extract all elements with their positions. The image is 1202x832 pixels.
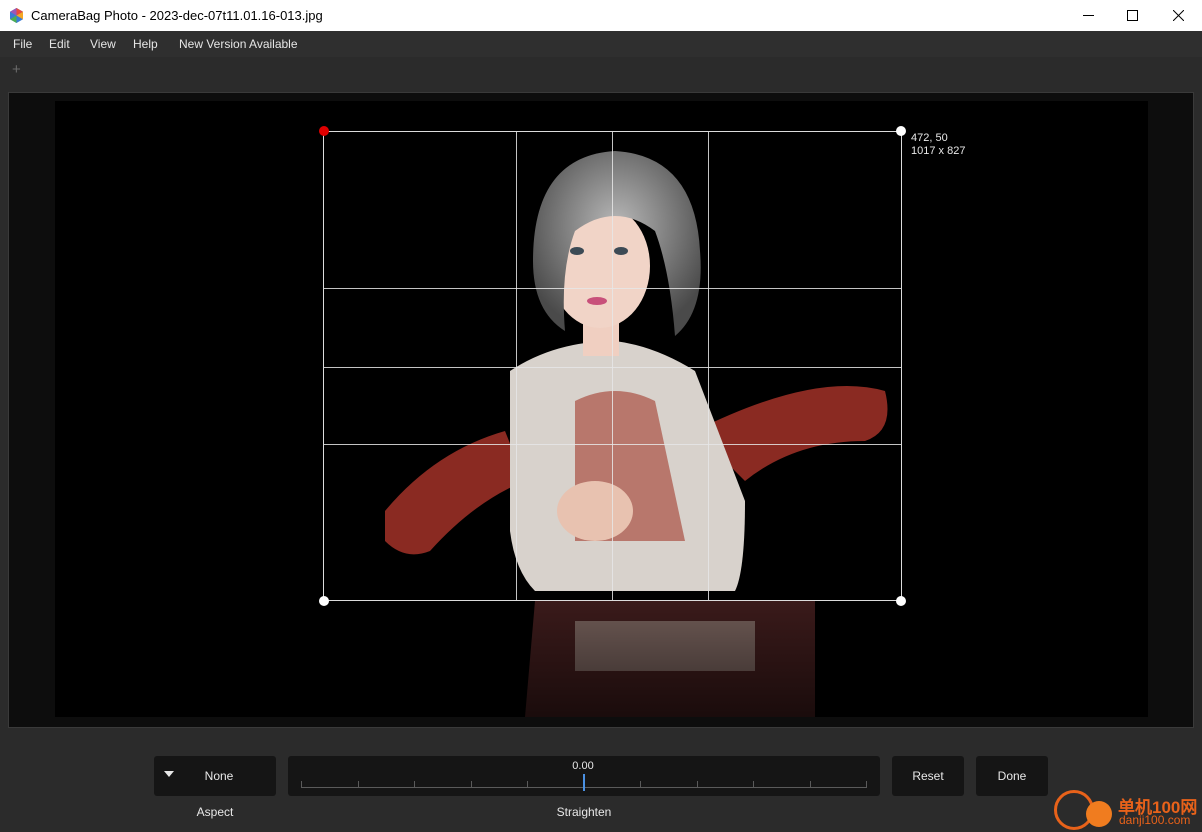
ruler-tick — [301, 781, 302, 787]
camerabag-logo-icon — [10, 8, 23, 23]
window-title: CameraBag Photo - 2023-dec-07t11.01.16-0… — [31, 8, 323, 23]
aspect-value: None — [204, 769, 234, 783]
tab-strip: + — [0, 57, 1202, 91]
straighten-value: 0.00 — [572, 760, 594, 772]
minimize-icon — [1082, 15, 1094, 16]
crop-handle-top-right[interactable] — [896, 126, 906, 136]
menu-edit[interactable]: Edit — [49, 37, 70, 51]
dropdown-arrow-icon — [164, 771, 174, 777]
ruler-tick — [753, 781, 754, 787]
crop-info: 472, 50 1017 x 827 — [911, 132, 965, 158]
minimize-button[interactable] — [1065, 0, 1111, 31]
reset-button[interactable]: Reset — [892, 756, 964, 796]
ruler-tick — [697, 781, 698, 787]
ruler-tick — [358, 781, 359, 787]
watermark-url: danji100.com — [1119, 813, 1191, 827]
ruler-tick — [640, 781, 641, 787]
ruler-tick — [866, 781, 867, 787]
straighten-handle[interactable] — [583, 774, 585, 791]
done-button[interactable]: Done — [976, 756, 1048, 796]
menu-view[interactable]: View — [90, 37, 116, 51]
menu-help[interactable]: Help — [133, 37, 158, 51]
close-icon — [1172, 10, 1184, 21]
watermark-play-icon — [1086, 801, 1112, 827]
crop-handle-bottom-right[interactable] — [896, 596, 906, 606]
menu-file[interactable]: File — [13, 37, 32, 51]
maximize-icon — [1126, 10, 1138, 21]
straighten-slider[interactable]: 0.00 — [288, 756, 880, 796]
crop-grid-line — [324, 288, 901, 289]
crop-grid-line — [516, 132, 517, 600]
aspect-label: Aspect — [196, 805, 234, 819]
ruler-tick — [527, 781, 528, 787]
menu-new-version[interactable]: New Version Available — [179, 37, 298, 51]
ruler-tick — [810, 781, 811, 787]
crop-rectangle[interactable] — [323, 131, 902, 601]
title-bar: CameraBag Photo - 2023-dec-07t11.01.16-0… — [0, 0, 1202, 31]
crop-position-readout: 472, 50 — [911, 132, 948, 144]
crop-size-readout: 1017 x 827 — [911, 145, 966, 157]
crop-grid-line — [612, 132, 613, 600]
close-button[interactable] — [1155, 0, 1201, 31]
crop-grid-line — [324, 367, 901, 368]
straighten-label: Straighten — [556, 805, 612, 819]
crop-handle-bottom-left[interactable] — [319, 596, 329, 606]
aspect-dropdown[interactable]: None — [154, 756, 276, 796]
crop-grid-line — [324, 444, 901, 445]
menu-bar: File Edit View Help New Version Availabl… — [0, 31, 1202, 57]
add-tab-button[interactable]: + — [12, 62, 21, 77]
crop-grid-line — [708, 132, 709, 600]
crop-handle-top-left[interactable] — [319, 126, 329, 136]
ruler-tick — [414, 781, 415, 787]
maximize-button[interactable] — [1109, 0, 1155, 31]
ruler-tick — [471, 781, 472, 787]
